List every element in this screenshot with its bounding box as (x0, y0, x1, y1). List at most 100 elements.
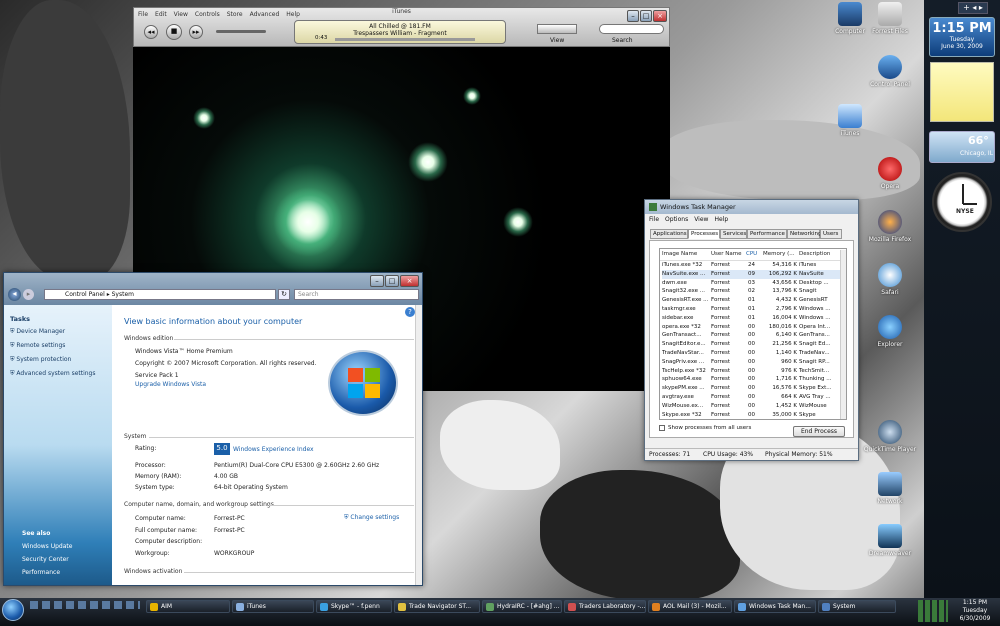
tab-performance[interactable]: Performance (747, 229, 787, 239)
menu-view[interactable]: View (174, 11, 188, 18)
menu-advanced[interactable]: Advanced (250, 11, 280, 18)
system-window-titlebar[interactable]: ◂ ▸ Control Panel ▸ System ↻ Search – □ … (4, 273, 422, 305)
desktop-icon-firefox[interactable]: Mozilla Firefox (860, 210, 920, 243)
process-row[interactable]: sidebar.exe Forrest 01 16,004 K Windows ... (662, 314, 842, 323)
taskbar-clock[interactable]: 1:15 PM Tuesday 6/30/2009 (952, 599, 998, 623)
itunes-search-input[interactable] (599, 24, 664, 34)
tm-menu-options[interactable]: Options (665, 216, 688, 223)
process-row[interactable]: sphuow64.exe Forrest 00 1,716 K Thunking ... (662, 375, 842, 384)
process-row[interactable]: GenTransact... Forrest 00 6,140 K GenTrans..… (662, 331, 842, 340)
task-device-manager[interactable]: ⛨ Device Manager (10, 328, 65, 336)
process-list[interactable]: Image Name User Name CPU Memory (... Des… (659, 248, 847, 420)
see-also-performance[interactable]: Performance (22, 569, 60, 576)
end-process-button[interactable]: End Process (793, 426, 845, 437)
menu-store[interactable]: Store (227, 11, 243, 18)
desktop-icon-opera[interactable]: Opera (860, 157, 920, 190)
process-row[interactable]: SnagPriv.exe ... Forrest 00 960 K Snagit RP.… (662, 358, 842, 367)
volume-slider[interactable] (216, 30, 266, 33)
column-user-name[interactable]: User Name (711, 251, 742, 257)
taskbar-button[interactable]: HydraIRC - [#ahg] ... (482, 600, 562, 613)
next-track-button[interactable]: ▸▸ (189, 25, 203, 39)
process-row[interactable]: dwm.exe Forrest 03 43,656 K Desktop ... (662, 279, 842, 288)
task-remote-settings[interactable]: ⛨ Remote settings (10, 342, 65, 350)
tab-processes[interactable]: Processes (688, 229, 720, 239)
process-row[interactable]: taskmgr.exe Forrest 01 2,796 K Windows ... (662, 305, 842, 314)
desktop-icon-safari[interactable]: Safari (860, 263, 920, 296)
tab-services[interactable]: Services (720, 229, 747, 239)
desktop-icon-dreamweaver[interactable]: Dreamweaver (860, 524, 920, 557)
desktop-icon-explorer[interactable]: Explorer (860, 315, 920, 348)
tm-menu-help[interactable]: Help (714, 216, 728, 223)
previous-track-button[interactable]: ◂◂ (144, 25, 158, 39)
tm-menu-view[interactable]: View (694, 216, 708, 223)
show-all-processes-checkbox[interactable] (659, 425, 665, 431)
task-system-protection[interactable]: ⛨ System protection (10, 356, 71, 364)
process-list-scrollbar[interactable] (840, 250, 846, 419)
calendar-time-gadget[interactable]: 1:15 PM Tuesday June 30, 2009 (929, 17, 995, 57)
system-window-scrollbar[interactable] (415, 305, 422, 585)
task-manager-titlebar[interactable]: Windows Task Manager (645, 200, 858, 214)
process-row[interactable]: TradeNavStar... Forrest 00 1,140 K TradeNav.… (662, 349, 842, 358)
minimize-button[interactable]: – (627, 10, 639, 22)
menu-controls[interactable]: Controls (195, 11, 220, 18)
stop-button[interactable]: ■ (166, 24, 182, 40)
process-row[interactable]: NavSuite.exe ... Forrest 09 106,292 K NavSui… (662, 269, 842, 279)
weather-gadget[interactable]: 66° Chicago, IL (929, 131, 995, 163)
address-bar[interactable]: Control Panel ▸ System (44, 289, 276, 300)
maximize-button[interactable]: □ (385, 275, 399, 287)
taskbar-button[interactable]: Windows Task Man... (734, 600, 816, 613)
desktop-icon-forrest-files[interactable]: Forrest Files (860, 2, 920, 35)
task-advanced-system-settings[interactable]: ⛨ Advanced system settings (10, 370, 96, 378)
tab-applications[interactable]: Applications (650, 229, 688, 239)
sidebar-add-gadget-button[interactable]: + ◂ ▸ (958, 2, 988, 14)
taskbar-button[interactable]: System (818, 600, 896, 613)
maximize-button[interactable]: □ (640, 10, 652, 22)
column-description[interactable]: Description (799, 251, 830, 257)
process-row[interactable]: Skype.exe *32 Forrest 00 35,000 K Skype (662, 411, 842, 420)
desktop-icon-network[interactable]: Network (860, 472, 920, 505)
taskbar-button[interactable]: AIM (146, 600, 230, 613)
taskbar-button[interactable]: AOL Mail (3) - Mozil... (648, 600, 732, 613)
process-row[interactable]: skypePM.exe ... Forrest 00 16,576 K Skype Ex… (662, 384, 842, 393)
search-input[interactable]: Search (294, 289, 419, 300)
close-button[interactable]: × (653, 10, 667, 22)
process-row[interactable]: SnagitEditor.e... Forrest 00 21,256 K Snagit… (662, 340, 842, 349)
tm-menu-file[interactable]: File (649, 216, 659, 223)
taskbar-button[interactable]: Trade Navigator ST... (394, 600, 480, 613)
breadcrumb-system[interactable]: System (112, 291, 134, 298)
notes-gadget[interactable] (930, 62, 994, 122)
upgrade-windows-link[interactable]: Upgrade Windows Vista (135, 381, 206, 388)
menu-help[interactable]: Help (286, 11, 300, 18)
desktop-icon-control-panel[interactable]: Control Panel (860, 55, 920, 88)
tab-users[interactable]: Users (820, 229, 842, 239)
column-memory[interactable]: Memory (... (763, 251, 795, 257)
process-row[interactable]: WizMouse.ex... Forrest 00 1,452 K WizMouse (662, 402, 842, 411)
system-properties-window[interactable]: ◂ ▸ Control Panel ▸ System ↻ Search – □ … (3, 272, 423, 586)
see-also-windows-update[interactable]: Windows Update (22, 543, 72, 550)
forward-button[interactable]: ▸ (23, 289, 34, 300)
column-image-name[interactable]: Image Name (662, 251, 697, 257)
process-row[interactable]: opera.exe *32 Forrest 00 180,016 K Opera Int… (662, 323, 842, 332)
system-tray-icons[interactable] (918, 600, 948, 622)
task-manager-window[interactable]: Windows Task Manager File Options View Help… (644, 199, 859, 461)
see-also-security-center[interactable]: Security Center (22, 556, 69, 563)
view-buttons[interactable] (537, 24, 577, 34)
tab-networking[interactable]: Networking (787, 229, 821, 239)
process-row[interactable]: iTunes.exe *32 Forrest 24 54,316 KiTunes (662, 261, 842, 270)
desktop-icon-quicktime[interactable]: QuickTime Player (860, 420, 920, 453)
back-button[interactable]: ◂ (8, 288, 21, 301)
clock-gadget[interactable]: NYSE (932, 172, 992, 232)
close-button[interactable]: × (400, 275, 419, 287)
minimize-button[interactable]: – (370, 275, 384, 287)
column-cpu[interactable]: CPU (746, 251, 757, 257)
taskbar-button[interactable]: iTunes (232, 600, 314, 613)
process-row[interactable]: GenesisRT.exe ... Forrest 01 4,432 K Genesis… (662, 296, 842, 305)
track-progress-bar[interactable] (335, 38, 475, 41)
menu-file[interactable]: File (138, 11, 148, 18)
desktop-icon-itunes[interactable]: iTunes (820, 104, 880, 137)
help-icon[interactable]: ? (405, 307, 415, 317)
experience-index-link[interactable]: Windows Experience Index (233, 446, 314, 453)
taskbar-button[interactable]: Skype™ - f.penn (316, 600, 392, 613)
change-settings-link[interactable]: ⛨ Change settings (344, 514, 399, 522)
taskbar-button[interactable]: Traders Laboratory -... (564, 600, 646, 613)
